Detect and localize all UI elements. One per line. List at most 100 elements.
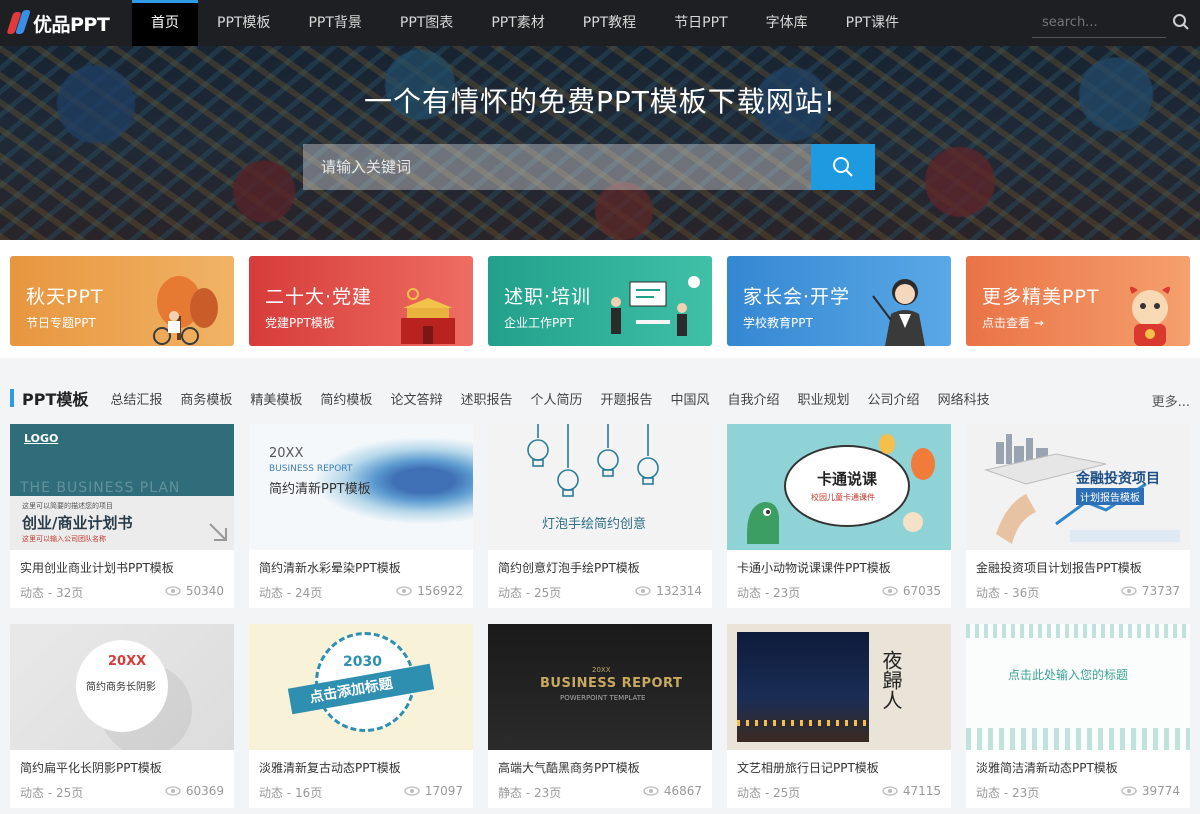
- eye-icon: [1121, 586, 1137, 596]
- view-count: 39774: [1121, 784, 1180, 798]
- template-thumbnail: LOGO THE BUSINESS PLAN 这里可以简要的描述您的项目 创业/…: [10, 424, 234, 550]
- nav-search-input[interactable]: [1032, 8, 1166, 38]
- category-tab[interactable]: 简约模板: [320, 389, 372, 408]
- category-tab[interactable]: 开题报告: [600, 389, 652, 408]
- template-card[interactable]: 卡通说课 校园儿童卡通课件 卡通小动物说课课件PPT模板 动态 - 23页 67…: [727, 424, 951, 608]
- template-title[interactable]: 高端大气酷黑商务PPT模板: [498, 759, 640, 776]
- category-tab[interactable]: 网络科技: [938, 389, 990, 408]
- view-count-value: 50340: [185, 584, 224, 598]
- nav-item-holiday-ppt[interactable]: 节日PPT: [655, 0, 746, 46]
- template-card[interactable]: 20XX BUSINESS REPORT 简约清新PPT模板 简约清新水彩晕染P…: [249, 424, 473, 608]
- thumb-sub-text: 计划报告模板: [1076, 488, 1144, 505]
- category-tab[interactable]: 公司介绍: [868, 389, 920, 408]
- nav-item-fonts[interactable]: 字体库: [747, 0, 827, 46]
- hero-search-button[interactable]: [811, 144, 875, 190]
- hero-title: 一个有情怀的免费PPT模板下载网站!: [363, 85, 837, 118]
- search-icon[interactable]: [1172, 13, 1190, 31]
- thumb-bottom-pattern: [966, 728, 1190, 750]
- template-title[interactable]: 文艺相册旅行日记PPT模板: [737, 759, 879, 776]
- template-thumbnail: 夜歸人: [727, 624, 951, 750]
- view-count-value: 73737: [1141, 584, 1180, 598]
- section-header: PPT模板 总结汇报 商务模板 精美模板 简约模板 论文答辩 述职报告 个人简历…: [10, 386, 1008, 410]
- template-title[interactable]: 卡通小动物说课课件PPT模板: [737, 559, 891, 576]
- template-title[interactable]: 简约扁平化长阴影PPT模板: [20, 759, 162, 776]
- banner-subtitle: 党建PPT模板: [265, 316, 335, 330]
- nav-item-home[interactable]: 首页: [132, 0, 198, 46]
- template-card[interactable]: LOGO THE BUSINESS PLAN 这里可以简要的描述您的项目 创业/…: [10, 424, 234, 608]
- view-count-value: 156922: [417, 584, 463, 598]
- hero-search-input[interactable]: [303, 144, 811, 190]
- thumb-lights: [737, 720, 869, 726]
- view-count-value: 47115: [902, 784, 941, 798]
- template-title[interactable]: 简约创意灯泡手绘PPT模板: [498, 559, 640, 576]
- thumb-year-text: 2030: [343, 654, 382, 670]
- template-meta: 动态 - 25页: [737, 786, 801, 800]
- view-count: 46867: [643, 784, 702, 798]
- thumb-main-text: 简约商务长阴影: [86, 682, 156, 693]
- thumb-year-text: 20XX: [592, 666, 611, 674]
- banner-autumn[interactable]: 秋天PPT 节日专题PPT: [10, 256, 234, 346]
- template-meta: 动态 - 23页: [976, 786, 1040, 800]
- banner-title: 二十大·党建: [265, 286, 373, 308]
- banner-subtitle: 企业工作PPT: [504, 316, 574, 330]
- thumb-main-text: 金融投资项目: [1076, 471, 1160, 487]
- template-card[interactable]: 夜歸人 文艺相册旅行日记PPT模板 动态 - 25页 47115: [727, 624, 951, 808]
- template-meta: 动态 - 25页: [20, 786, 84, 800]
- nav-menu: 首页 PPT模板 PPT背景 PPT图表 PPT素材 PPT教程 节日PPT 字…: [132, 0, 918, 46]
- nav-item-ppt-materials[interactable]: PPT素材: [472, 0, 563, 46]
- template-title[interactable]: 金融投资项目计划报告PPT模板: [976, 559, 1142, 576]
- template-card[interactable]: 金融投资项目 计划报告模板 金融投资项目计划报告PPT模板 动态 - 36页 7…: [966, 424, 1190, 608]
- template-title[interactable]: 实用创业商业计划书PPT模板: [20, 559, 174, 576]
- thumb-night-photo: [737, 632, 869, 742]
- site-logo[interactable]: 优品PPT: [0, 0, 132, 46]
- category-tab[interactable]: 职业规划: [798, 389, 850, 408]
- autumn-illustration-icon: [153, 276, 218, 345]
- template-thumbnail: 20XX 简约商务长阴影: [10, 624, 234, 750]
- category-tab[interactable]: 总结汇报: [110, 389, 162, 408]
- thumb-small-text: 这里可以简要的描述您的项目: [22, 502, 113, 510]
- banner-party[interactable]: 二十大·党建 党建PPT模板: [249, 256, 473, 346]
- top-navigation-bar: 优品PPT 首页 PPT模板 PPT背景 PPT图表 PPT素材 PPT教程 节…: [0, 0, 1200, 46]
- category-tab[interactable]: 述职报告: [460, 389, 512, 408]
- banner-title: 家长会·开学: [743, 286, 851, 308]
- thumb-sub-text: POWERPOINT TEMPLATE: [560, 694, 646, 702]
- view-count-value: 132314: [656, 584, 702, 598]
- banner-subtitle: 节日专题PPT: [26, 316, 96, 330]
- banner-title: 更多精美PPT: [982, 286, 1100, 308]
- template-meta: 动态 - 32页: [20, 586, 84, 600]
- nav-item-ppt-templates[interactable]: PPT模板: [198, 0, 289, 46]
- template-title[interactable]: 简约清新水彩晕染PPT模板: [259, 559, 401, 576]
- category-tab[interactable]: 精美模板: [250, 389, 302, 408]
- nav-item-ppt-tutorials[interactable]: PPT教程: [564, 0, 655, 46]
- nav-item-ppt-backgrounds[interactable]: PPT背景: [289, 0, 380, 46]
- category-tab[interactable]: 个人简历: [530, 389, 582, 408]
- arrow-icon: [209, 523, 227, 541]
- banner-work-report[interactable]: 述职·培训 企业工作PPT: [488, 256, 712, 346]
- category-tab[interactable]: 中国风: [671, 389, 710, 408]
- category-tab[interactable]: 自我介绍: [728, 389, 780, 408]
- category-tab[interactable]: 商务模板: [180, 389, 232, 408]
- section-title[interactable]: PPT模板: [22, 386, 88, 410]
- template-card[interactable]: 2030 点击添加标题 淡雅清新复古动态PPT模板 动态 - 16页 17097: [249, 624, 473, 808]
- template-card[interactable]: 20XX BUSINESS REPORT POWERPOINT TEMPLATE…: [488, 624, 712, 808]
- template-card[interactable]: 20XX 简约商务长阴影 简约扁平化长阴影PPT模板 动态 - 25页 6036…: [10, 624, 234, 808]
- thumb-main-text: 简约清新PPT模板: [269, 482, 371, 497]
- thumb-main-text: 夜歸人: [879, 650, 903, 710]
- nav-item-ppt-courseware[interactable]: PPT课件: [827, 0, 918, 46]
- template-card[interactable]: 灯泡手绘简约创意 简约创意灯泡手绘PPT模板 动态 - 25页 132314: [488, 424, 712, 608]
- template-title[interactable]: 淡雅清新复古动态PPT模板: [259, 759, 401, 776]
- template-thumbnail: 金融投资项目 计划报告模板: [966, 424, 1190, 550]
- eye-icon: [404, 786, 420, 796]
- teacher-icon: [872, 279, 925, 346]
- mascot-icon: [1130, 286, 1170, 346]
- view-count: 17097: [404, 784, 463, 798]
- lightbulb-icon: [527, 424, 659, 497]
- category-tab[interactable]: 论文答辩: [390, 389, 442, 408]
- nav-item-ppt-charts[interactable]: PPT图表: [381, 0, 472, 46]
- template-card[interactable]: 点击此处输入您的标题 淡雅简洁清新动态PPT模板 动态 - 23页 39774: [966, 624, 1190, 808]
- banner-school[interactable]: 家长会·开学 学校教育PPT: [727, 256, 951, 346]
- template-title[interactable]: 淡雅简洁清新动态PPT模板: [976, 759, 1118, 776]
- thumb-main-text: 卡通说课: [817, 470, 878, 488]
- more-link[interactable]: 更多...: [1152, 391, 1190, 410]
- banner-more[interactable]: 更多精美PPT 点击查看 →: [966, 256, 1190, 346]
